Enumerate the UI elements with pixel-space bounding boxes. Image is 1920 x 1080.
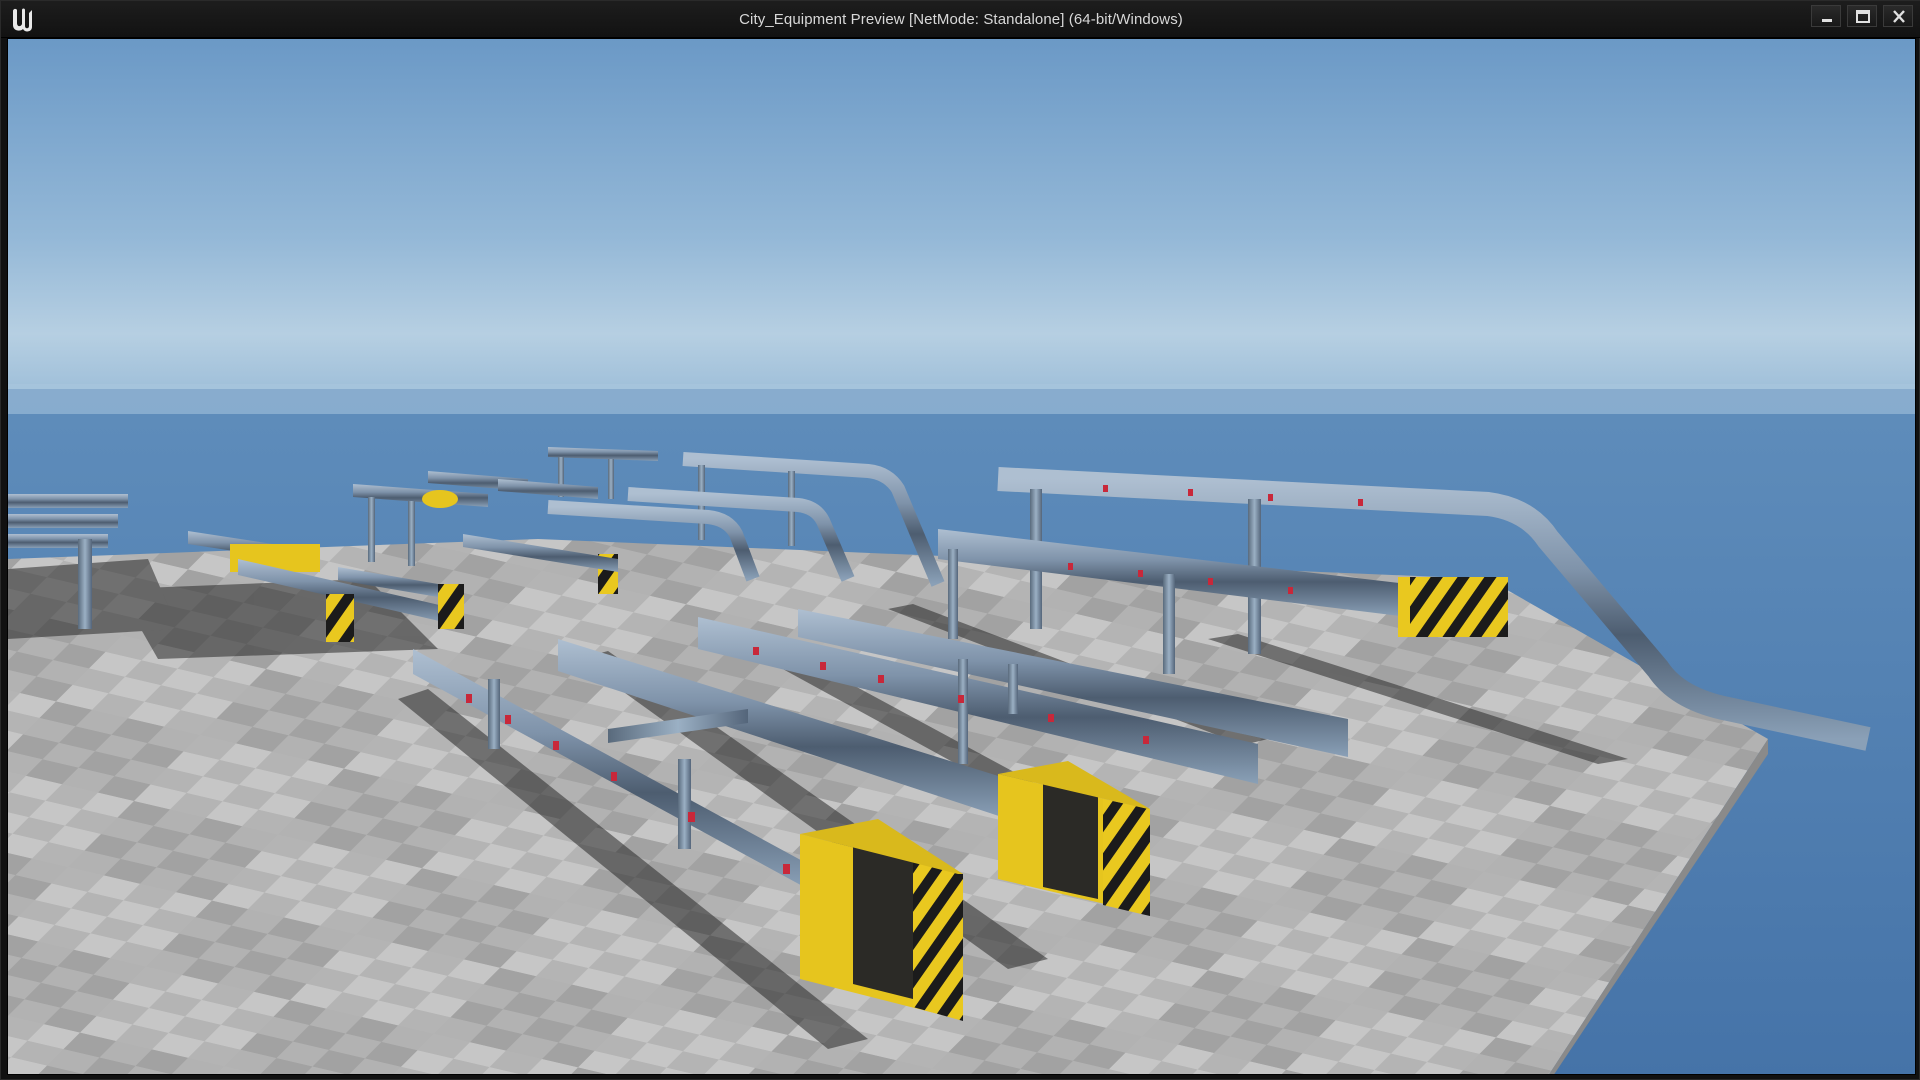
minimize-icon[interactable]: [1811, 5, 1841, 27]
window-controls: [1811, 5, 1913, 27]
window-title: City_Equipment Preview [NetMode: Standal…: [739, 11, 1183, 28]
maximize-icon[interactable]: [1847, 5, 1877, 27]
title-bar[interactable]: City_Equipment Preview [NetMode: Standal…: [1, 1, 1920, 38]
game-viewport[interactable]: [7, 38, 1916, 1075]
sky: [8, 39, 1915, 399]
close-icon[interactable]: [1883, 5, 1913, 27]
app-window: City_Equipment Preview [NetMode: Standal…: [0, 0, 1920, 1080]
scene-render: [8, 39, 1915, 1074]
